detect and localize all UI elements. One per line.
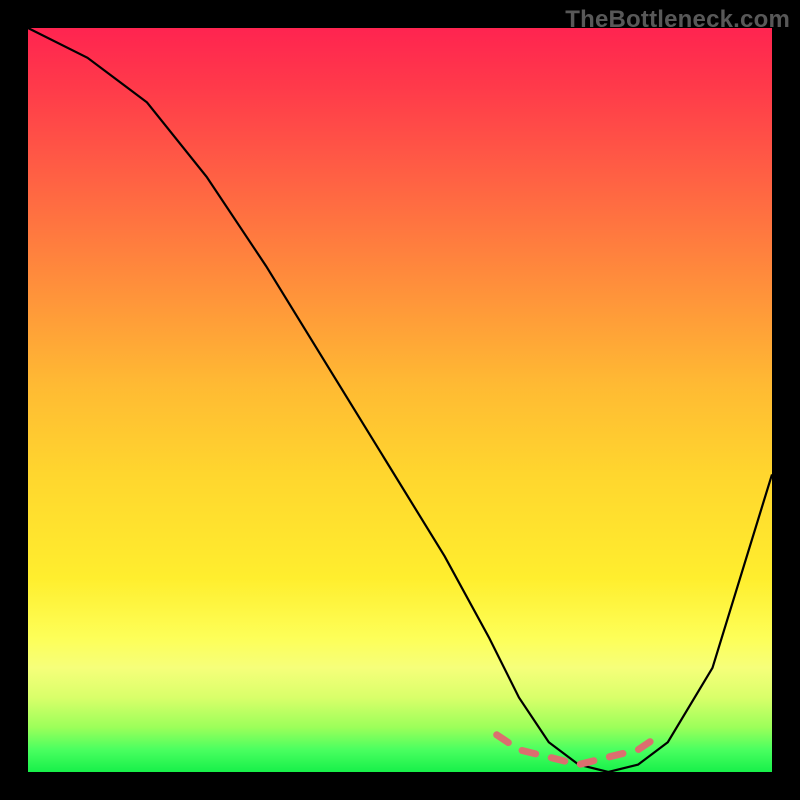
chart-container: TheBottleneck.com [0, 0, 800, 800]
watermark-text: TheBottleneck.com [565, 6, 790, 34]
chart-svg [28, 28, 772, 772]
bottleneck-curve-path [28, 28, 772, 772]
highlight-band-path [497, 735, 661, 765]
